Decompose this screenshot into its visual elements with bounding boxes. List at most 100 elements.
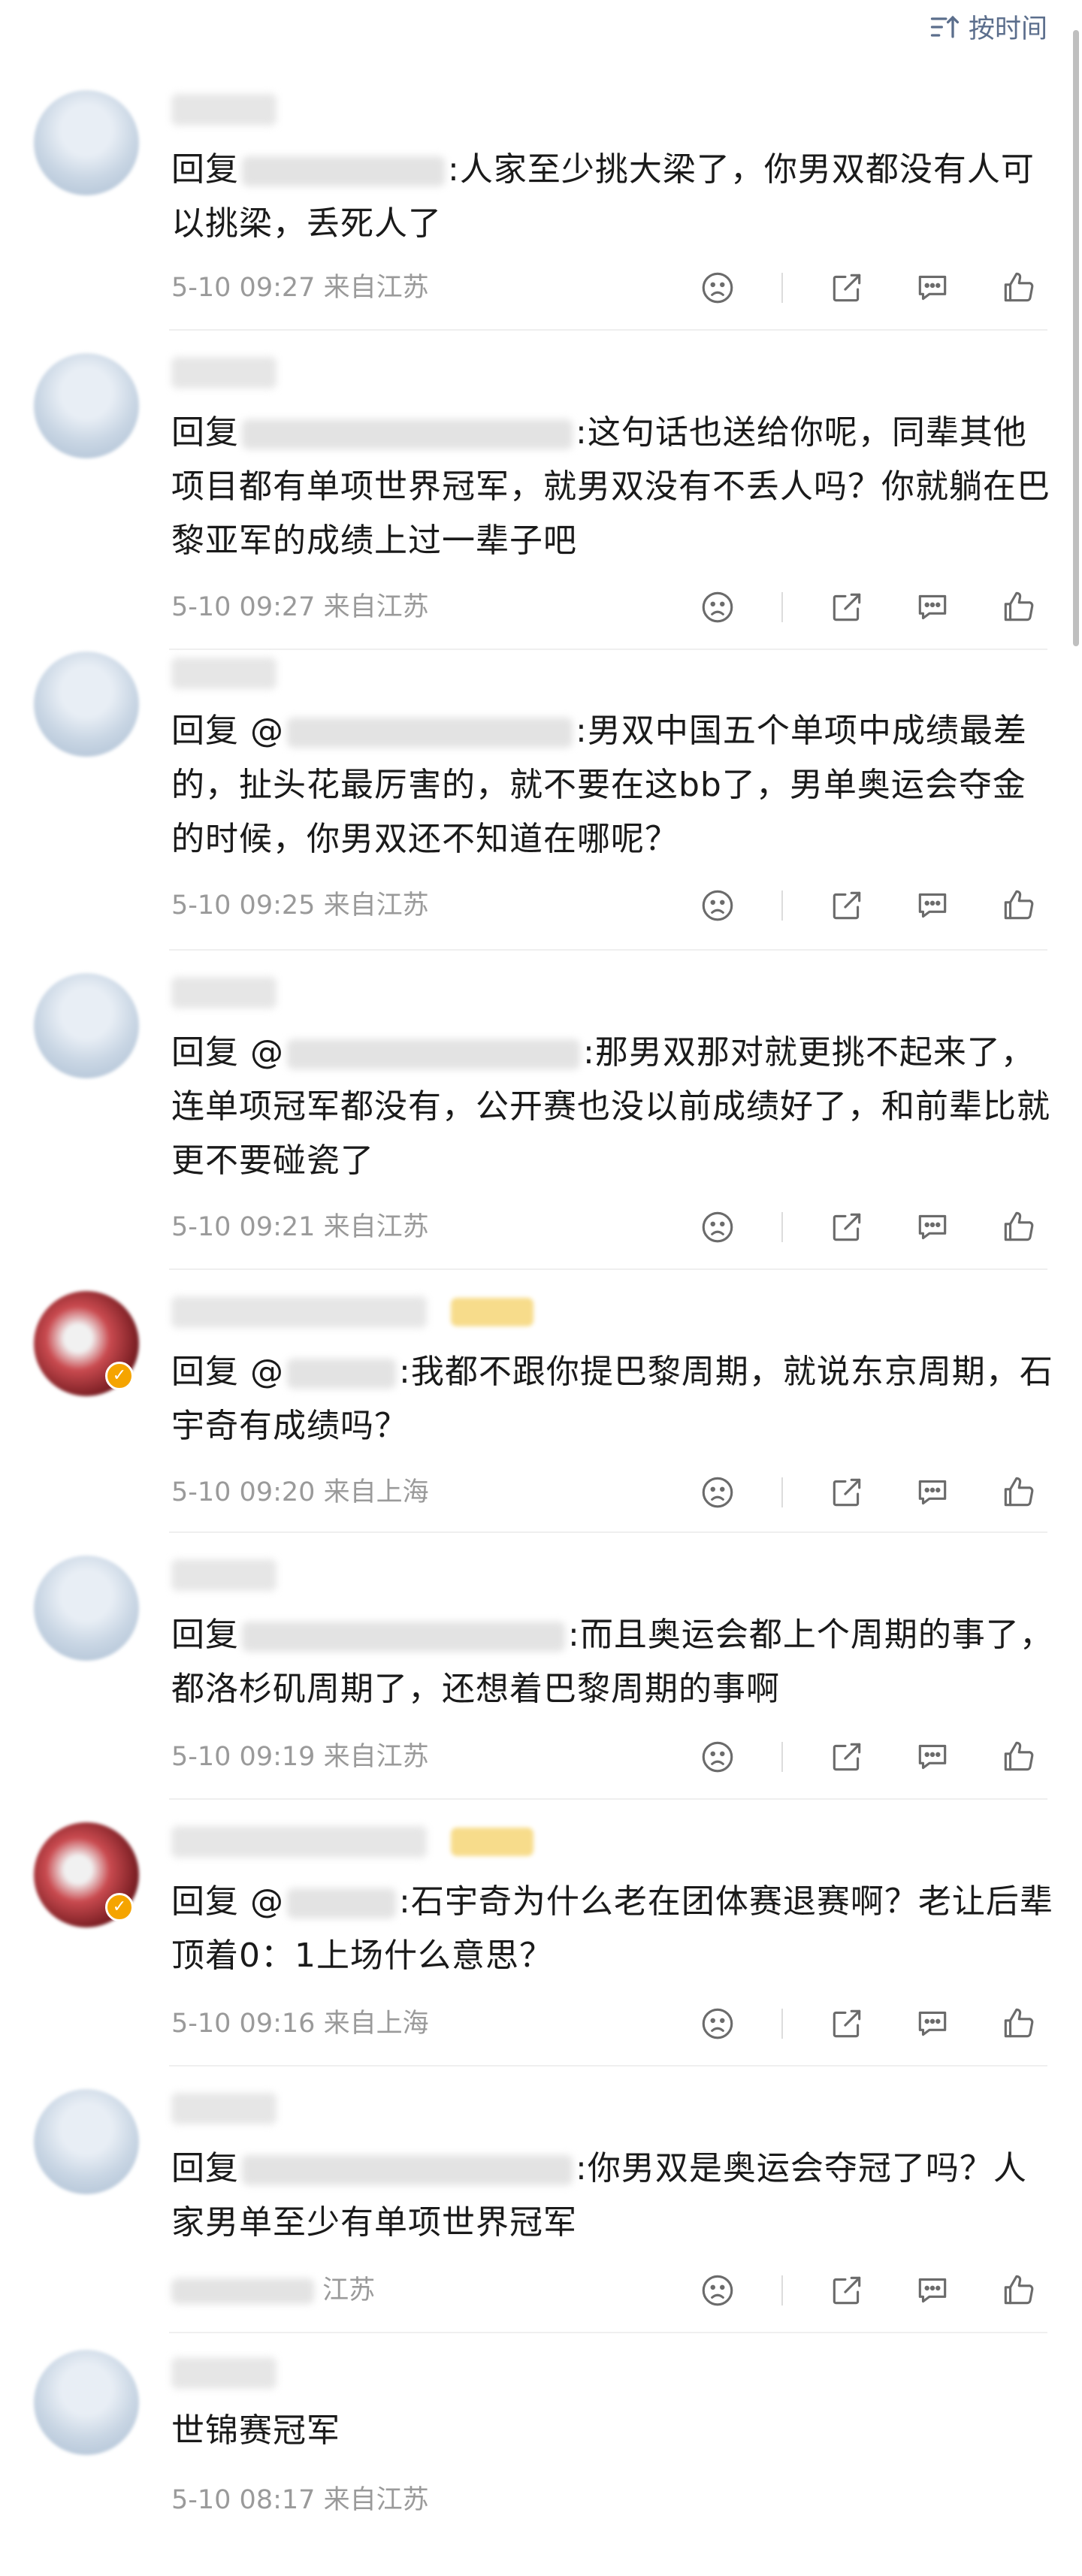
share-button[interactable] [825, 886, 869, 925]
mention[interactable] [287, 718, 573, 748]
verified-badge-icon: ✓ [105, 1893, 134, 1921]
share-button[interactable] [825, 1208, 869, 1247]
avatar[interactable] [34, 353, 139, 458]
avatar[interactable] [34, 90, 139, 195]
dislike-button[interactable] [696, 1737, 739, 1776]
divider [781, 2009, 783, 2039]
dislike-button[interactable] [696, 2271, 739, 2310]
sort-label: 按时间 [968, 14, 1047, 44]
share-button[interactable] [825, 2271, 869, 2310]
comment-date: 5-10 09:25 [171, 890, 316, 921]
share-button[interactable] [825, 1473, 869, 1512]
avatar[interactable] [34, 2350, 139, 2455]
comment-meta: 江苏 [171, 2271, 375, 2310]
comment-meta: 5-10 09:27 来自江苏 [171, 268, 429, 307]
mention[interactable] [242, 2155, 573, 2185]
share-icon [833, 891, 861, 920]
share-button[interactable] [825, 2004, 869, 2043]
mention[interactable] [287, 1888, 396, 1918]
comment-actions [696, 588, 1040, 627]
divider [781, 1212, 783, 1242]
username[interactable] [171, 2093, 277, 2124]
like-icon [1004, 272, 1034, 302]
comment-location: 来自江苏 [323, 592, 429, 622]
dislike-button[interactable] [696, 588, 739, 627]
comment-button[interactable] [911, 886, 954, 925]
divider [781, 1477, 783, 1507]
username[interactable] [171, 2357, 277, 2389]
mention[interactable] [242, 419, 573, 449]
share-icon [833, 1743, 861, 1771]
comment-actions [696, 268, 1040, 307]
like-icon [1004, 591, 1034, 621]
comment-meta: 5-10 09:25 来自江苏 [171, 886, 429, 925]
reply-prefix: 回复 [171, 413, 239, 452]
comment-button[interactable] [911, 2271, 954, 2310]
comment-date: 5-10 09:19 [171, 1742, 316, 1772]
comment-button[interactable] [911, 1737, 954, 1776]
username[interactable] [171, 1559, 277, 1591]
comment-actions [696, 2271, 1040, 2310]
scrollbar-thumb[interactable] [1073, 30, 1079, 646]
reply-prefix: 回复 [171, 1616, 239, 1654]
avatar[interactable] [34, 1556, 139, 1661]
mention[interactable] [287, 1039, 580, 1069]
scrollbar[interactable] [1070, 0, 1082, 2576]
like-button[interactable] [996, 1737, 1040, 1776]
like-button[interactable] [996, 886, 1040, 925]
username[interactable] [171, 977, 277, 1008]
verified-badge-icon: ✓ [105, 1362, 134, 1390]
username[interactable] [171, 1826, 427, 1858]
comment-button[interactable] [911, 588, 954, 627]
dislike-button[interactable] [696, 886, 739, 925]
share-icon [833, 1478, 861, 1507]
share-button[interactable] [825, 588, 869, 627]
like-button[interactable] [996, 2271, 1040, 2310]
avatar[interactable] [34, 652, 139, 757]
dislike-button[interactable] [696, 1208, 739, 1247]
avatar[interactable] [34, 2089, 139, 2194]
like-button[interactable] [996, 1473, 1040, 1512]
dislike-button[interactable] [696, 268, 739, 307]
comment-meta: 5-10 09:27 来自江苏 [171, 588, 429, 627]
share-button[interactable] [825, 268, 869, 307]
dislike-button[interactable] [696, 1473, 739, 1512]
share-icon [833, 2009, 861, 2038]
dislike-button[interactable] [696, 2004, 739, 2043]
comment-meta: 5-10 09:21 来自江苏 [171, 1208, 429, 1247]
mention[interactable] [287, 1359, 396, 1389]
dislike-icon [702, 272, 733, 304]
comment-button[interactable] [911, 2004, 954, 2043]
like-button[interactable] [996, 588, 1040, 627]
comment-icon [918, 1744, 947, 1770]
comment-location: 来自江苏 [323, 1212, 429, 1242]
username[interactable] [171, 658, 277, 689]
mention[interactable] [242, 156, 445, 186]
like-button[interactable] [996, 268, 1040, 307]
username[interactable] [171, 94, 277, 125]
avatar[interactable] [34, 973, 139, 1078]
divider [781, 2275, 783, 2305]
comment-button[interactable] [911, 1208, 954, 1247]
comment-text: 回复 @:我都不跟你提巴黎周期，就说东京周期，石宇奇有成绩吗？ [171, 1345, 1054, 1453]
comment-button[interactable] [911, 1473, 954, 1512]
share-icon [833, 593, 861, 621]
mention[interactable] [242, 1622, 565, 1652]
sort-by-time-button[interactable]: 按时间 [928, 8, 1047, 46]
comment-date: 5-10 09:21 [171, 1212, 316, 1242]
like-button[interactable] [996, 1208, 1040, 1247]
comment-text: 回复:这句话也送给你呢，同辈其他项目都有单项世界冠军，就男双没有不丢人吗？你就躺… [171, 406, 1054, 568]
comment-text: 回复 @:石宇奇为什么老在团体赛退赛啊？老让后辈顶着0：1上场什么意思？ [171, 1875, 1054, 1983]
comment-button[interactable] [911, 268, 954, 307]
share-button[interactable] [825, 1737, 869, 1776]
dislike-icon [702, 2008, 733, 2039]
comment-meta: 5-10 09:16 来自上海 [171, 2004, 429, 2043]
comment-item: ✓ 回复 @:石宇奇为什么老在团体赛退赛啊？老让后辈顶着0：1上场什么意思？ 5… [0, 1800, 1070, 2067]
dislike-icon [702, 1477, 733, 1508]
comment-date: 5-10 08:17 [171, 2485, 316, 2515]
username[interactable] [171, 357, 277, 389]
username[interactable] [171, 1296, 427, 1328]
comment-text: 回复 @:男双中国五个单项中成绩最差的，扯头花最厉害的，就不要在这bb了，男单奥… [171, 704, 1054, 866]
comment-text: 回复 @:那男双那对就更挑不起来了，连单项冠军都没有，公开赛也没以前成绩好了，和… [171, 1026, 1054, 1188]
like-button[interactable] [996, 2004, 1040, 2043]
